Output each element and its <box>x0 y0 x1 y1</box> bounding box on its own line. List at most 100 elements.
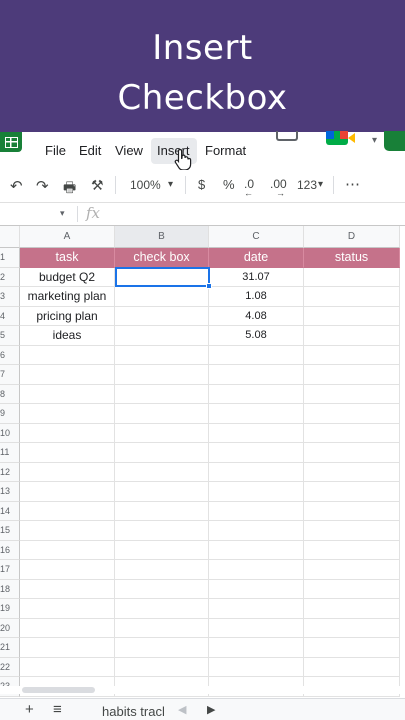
empty-cell[interactable] <box>115 657 209 677</box>
currency-format-button[interactable]: $ <box>198 177 205 192</box>
menu-edit[interactable]: Edit <box>79 143 101 158</box>
empty-cell[interactable] <box>209 345 304 365</box>
row-header[interactable]: 15 <box>0 521 20 541</box>
empty-cell[interactable] <box>304 423 400 443</box>
fill-handle[interactable] <box>206 283 212 289</box>
empty-cell[interactable] <box>115 462 209 482</box>
empty-cell[interactable] <box>115 540 209 560</box>
empty-cell[interactable] <box>20 657 115 677</box>
active-cell-selection[interactable] <box>115 267 210 287</box>
print-button[interactable]: 🖶 <box>63 177 76 201</box>
empty-cell[interactable] <box>209 404 304 424</box>
empty-cell[interactable] <box>304 540 400 560</box>
empty-cell[interactable] <box>304 443 400 463</box>
header-cell[interactable]: status <box>304 248 400 268</box>
table-cell[interactable]: ideas <box>20 326 115 346</box>
header-cell[interactable]: task <box>20 248 115 268</box>
row-header[interactable]: 3 <box>0 287 20 307</box>
row-header[interactable]: 7 <box>0 365 20 385</box>
empty-cell[interactable] <box>304 579 400 599</box>
table-cell[interactable] <box>304 267 400 287</box>
empty-cell[interactable] <box>209 638 304 658</box>
row-header[interactable]: 10 <box>0 423 20 443</box>
spreadsheet-grid[interactable]: A B C D 1 task check box date status 2 budget Q2 31… <box>0 226 405 697</box>
empty-cell[interactable] <box>20 423 115 443</box>
empty-cell[interactable] <box>115 560 209 580</box>
table-cell[interactable] <box>115 326 209 346</box>
zoom-select[interactable]: 100% <box>130 178 161 192</box>
empty-cell[interactable] <box>209 521 304 541</box>
empty-cell[interactable] <box>209 599 304 619</box>
column-header-c[interactable]: C <box>209 226 304 248</box>
empty-cell[interactable] <box>20 501 115 521</box>
row-header[interactable]: 13 <box>0 482 20 502</box>
row-header[interactable]: 9 <box>0 404 20 424</box>
empty-cell[interactable] <box>304 618 400 638</box>
empty-cell[interactable] <box>304 657 400 677</box>
empty-cell[interactable] <box>20 482 115 502</box>
empty-cell[interactable] <box>115 501 209 521</box>
column-header-d[interactable]: D <box>304 226 400 248</box>
empty-cell[interactable] <box>209 482 304 502</box>
row-header[interactable]: 18 <box>0 579 20 599</box>
empty-cell[interactable] <box>304 599 400 619</box>
empty-cell[interactable] <box>304 521 400 541</box>
empty-cell[interactable] <box>209 365 304 385</box>
empty-cell[interactable] <box>115 384 209 404</box>
row-header[interactable]: 5 <box>0 326 20 346</box>
table-cell[interactable]: budget Q2 <box>20 267 115 287</box>
menu-format[interactable]: Format <box>205 143 247 158</box>
table-cell[interactable] <box>304 326 400 346</box>
horizontal-scrollbar-thumb[interactable] <box>22 687 95 693</box>
more-formats-caret-icon[interactable]: ▾ <box>318 179 323 190</box>
header-cell[interactable]: check box <box>115 248 209 268</box>
row-header[interactable]: 1 <box>0 248 20 268</box>
empty-cell[interactable] <box>304 501 400 521</box>
empty-cell[interactable] <box>304 384 400 404</box>
empty-cell[interactable] <box>115 482 209 502</box>
empty-cell[interactable] <box>20 618 115 638</box>
empty-cell[interactable] <box>304 345 400 365</box>
empty-cell[interactable] <box>209 501 304 521</box>
row-header[interactable]: 11 <box>0 443 20 463</box>
meet-icon[interactable] <box>326 131 366 147</box>
empty-cell[interactable] <box>20 560 115 580</box>
redo-button[interactable]: ↷ <box>36 177 49 195</box>
zoom-caret-icon[interactable]: ▾ <box>168 179 173 190</box>
empty-cell[interactable] <box>209 423 304 443</box>
empty-cell[interactable] <box>209 462 304 482</box>
add-sheet-button[interactable]: + <box>25 701 34 718</box>
meet-caret-icon[interactable]: ▾ <box>372 135 377 146</box>
row-header[interactable]: 2 <box>0 267 20 287</box>
empty-cell[interactable] <box>209 560 304 580</box>
empty-cell[interactable] <box>115 638 209 658</box>
empty-cell[interactable] <box>209 579 304 599</box>
empty-cell[interactable] <box>304 365 400 385</box>
percent-format-button[interactable]: % <box>223 177 235 192</box>
empty-cell[interactable] <box>115 423 209 443</box>
table-cell[interactable]: pricing plan <box>20 306 115 326</box>
empty-cell[interactable] <box>209 384 304 404</box>
empty-cell[interactable] <box>115 365 209 385</box>
row-header[interactable]: 19 <box>0 599 20 619</box>
empty-cell[interactable] <box>209 618 304 638</box>
comment-icon[interactable] <box>276 131 298 141</box>
empty-cell[interactable] <box>115 618 209 638</box>
row-header[interactable]: 22 <box>0 657 20 677</box>
more-formats-button[interactable]: 123 <box>297 178 317 192</box>
empty-cell[interactable] <box>115 599 209 619</box>
menu-file[interactable]: File <box>45 143 66 158</box>
empty-cell[interactable] <box>115 345 209 365</box>
more-options-button[interactable]: ⋯ <box>345 175 360 193</box>
row-header[interactable]: 6 <box>0 345 20 365</box>
empty-cell[interactable] <box>304 638 400 658</box>
empty-cell[interactable] <box>209 540 304 560</box>
empty-cell[interactable] <box>20 462 115 482</box>
scroll-tabs-left-icon[interactable]: ◀ <box>178 703 186 716</box>
empty-cell[interactable] <box>115 579 209 599</box>
empty-cell[interactable] <box>115 404 209 424</box>
all-sheets-button[interactable]: ≡ <box>53 701 62 718</box>
sheet-tab-habits-tracker[interactable]: habits tracker <box>102 704 164 719</box>
name-box-caret-icon[interactable]: ▾ <box>60 208 65 219</box>
empty-cell[interactable] <box>20 540 115 560</box>
